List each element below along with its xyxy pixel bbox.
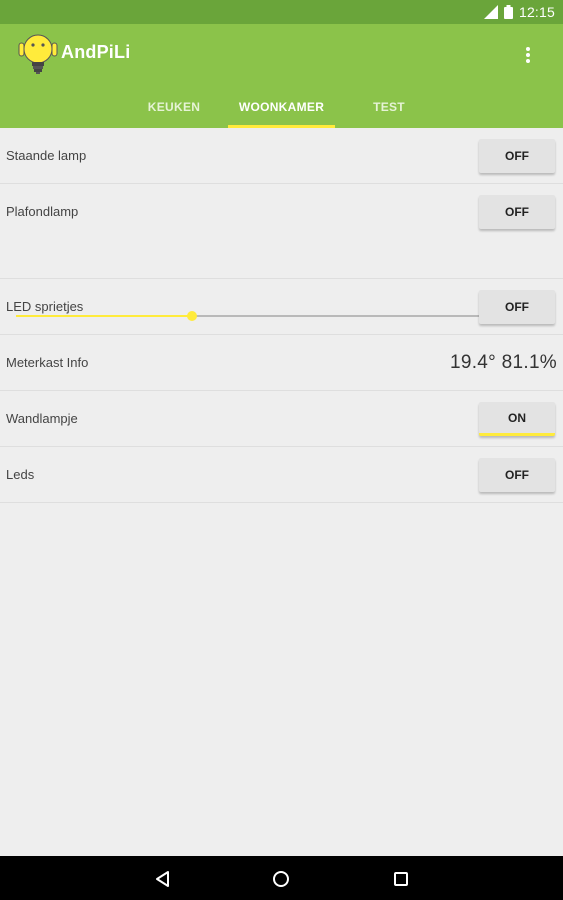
tab-bar: KEUKEN WOONKAMER TEST — [0, 86, 563, 128]
tab-keuken[interactable]: KEUKEN — [138, 86, 210, 128]
status-bar: 12:15 — [0, 0, 563, 24]
app-screen: 12:15 AndPiLi KEUKEN WOONKAMER TEST Staa… — [0, 0, 563, 900]
app-bar: AndPiLi KEUKEN WOONKAMER TEST — [0, 24, 563, 128]
device-list: Staande lamp OFF Plafondlamp OFF LED spr… — [0, 128, 563, 503]
navigation-bar — [0, 856, 563, 900]
device-label: Plafondlamp — [6, 204, 79, 219]
device-label: Leds — [6, 467, 35, 482]
status-time: 12:15 — [518, 4, 555, 20]
device-row-wandlampje: Wandlampje ON — [0, 391, 563, 447]
app-title: AndPiLi — [61, 42, 131, 62]
device-row-leds: Leds OFF — [0, 447, 563, 503]
device-label: Staande lamp — [6, 148, 87, 163]
signal-icon — [483, 5, 498, 19]
battery-icon — [503, 5, 513, 19]
status-right: 12:15 — [483, 3, 555, 21]
device-row-led-sprietjes: LED sprietjes OFF — [0, 279, 563, 335]
sensor-reading: 19.4° 81.1% — [449, 352, 557, 373]
lightbulb-robot-icon — [18, 32, 58, 76]
tab-test[interactable]: TEST — [350, 86, 428, 128]
recent-apps-icon[interactable] — [388, 866, 414, 892]
device-row-staande-lamp: Staande lamp OFF — [0, 128, 563, 184]
leds-toggle-button[interactable]: OFF — [479, 458, 555, 492]
led-sprietjes-toggle-button[interactable]: OFF — [479, 290, 555, 324]
home-icon[interactable] — [268, 866, 294, 892]
device-label: Wandlampje — [6, 411, 78, 426]
device-row-meterkast-info: Meterkast Info 19.4° 81.1% — [0, 335, 563, 391]
staande-lamp-toggle-button[interactable]: OFF — [479, 139, 555, 173]
tab-woonkamer[interactable]: WOONKAMER — [228, 86, 335, 128]
plafondlamp-toggle-button[interactable]: OFF — [479, 195, 555, 229]
back-icon[interactable] — [150, 866, 176, 892]
overflow-menu-icon[interactable] — [513, 40, 543, 70]
device-row-plafondlamp: Plafondlamp OFF — [0, 184, 563, 321]
device-label: LED sprietjes — [6, 299, 84, 314]
wandlampje-toggle-button[interactable]: ON — [479, 402, 555, 436]
device-label: Meterkast Info — [6, 355, 89, 370]
